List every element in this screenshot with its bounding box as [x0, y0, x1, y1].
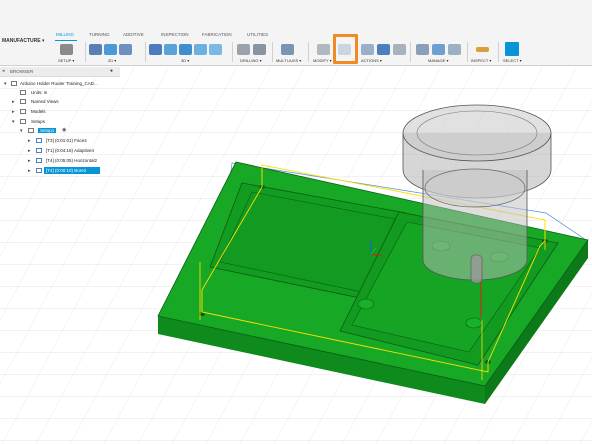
tab-fabrication[interactable]: FABRICATION — [202, 32, 232, 37]
models-icon — [20, 109, 26, 114]
chevron-down-icon[interactable]: ▾ — [42, 38, 45, 44]
separator — [272, 42, 273, 62]
drill-icon[interactable] — [237, 44, 250, 55]
tree-item-operation[interactable]: ▸ [T3] (0:01:01) Face4 — [28, 137, 120, 145]
separator — [410, 42, 411, 62]
tree-item-document[interactable]: ▾ Arduino Holder Router Training_CAD... — [4, 80, 122, 88]
post-library-icon[interactable] — [448, 44, 461, 55]
multi-axis-group-label[interactable]: MULTI-AXIS ▾ — [276, 58, 301, 63]
tab-additive[interactable]: ADDITIVE — [123, 32, 144, 37]
setup-icon — [28, 128, 34, 133]
tree-item-setup1[interactable]: ▾ Setup1 ◉ — [20, 127, 80, 135]
face-icon — [36, 138, 42, 143]
chevron-down-icon[interactable]: ▾ — [20, 128, 23, 134]
chevron-down-icon[interactable]: ▾ — [12, 119, 15, 125]
tab-inspection[interactable]: INSPECTION — [161, 32, 189, 37]
manage-group-label[interactable]: MANAGE ▾ — [428, 58, 448, 63]
tree-item-operation[interactable]: ▸ [T1] (0:04:16) Adaptive4 — [28, 147, 120, 155]
three-d-group-label[interactable]: 3D ▾ — [181, 58, 189, 63]
pocket-clearing-icon[interactable] — [164, 44, 177, 55]
two-d-group-label[interactable]: 2D ▾ — [108, 58, 116, 63]
separator — [85, 42, 86, 62]
tree-item-operation-selected[interactable]: ▸ [T4] (0:00:10) Bore2 — [28, 167, 120, 175]
pin-icon[interactable]: ● — [110, 68, 113, 74]
separator — [145, 42, 146, 62]
modify-group-label[interactable]: MODIFY ▾ — [313, 58, 332, 63]
tree-item-models[interactable]: ▸ Models — [12, 108, 112, 116]
tree-item-setups[interactable]: ▾ Setups — [12, 118, 112, 126]
visibility-icon[interactable]: ◉ — [62, 127, 66, 133]
boss — [465, 317, 483, 329]
contour-icon[interactable] — [209, 44, 222, 55]
tree-item-units[interactable]: Units: in — [12, 89, 112, 97]
drilling-group-label[interactable]: DRILLING ▾ — [240, 58, 262, 63]
separator — [232, 42, 233, 62]
select-group-label[interactable]: SELECT ▾ — [503, 58, 522, 63]
separator — [498, 42, 499, 62]
bore-icon — [36, 168, 42, 173]
chevron-right-icon[interactable]: ▸ — [28, 158, 31, 164]
chevron-right-icon[interactable]: ▸ — [28, 148, 31, 154]
two-d-adaptive-icon[interactable] — [104, 44, 117, 55]
two-d-pocket-icon[interactable] — [119, 44, 132, 55]
document-icon — [11, 81, 17, 86]
setups-icon — [20, 119, 26, 124]
machine-library-icon[interactable] — [416, 44, 429, 55]
post-process-icon[interactable] — [361, 44, 374, 55]
chevron-right-icon[interactable]: ▸ — [12, 99, 15, 105]
steep-and-shallow-icon[interactable] — [179, 44, 192, 55]
chevron-down-icon[interactable]: ▾ — [4, 81, 7, 87]
tree-item-operation[interactable]: ▸ [T4] (0:05:05) Horizontal2 — [28, 157, 120, 165]
chevron-right-icon[interactable]: ▸ — [12, 109, 15, 115]
tab-turning[interactable]: TURNING — [89, 32, 110, 37]
tab-utilities[interactable]: UTILITIES — [247, 32, 268, 37]
multi-axis-icon[interactable] — [281, 44, 294, 55]
simulate-highlight — [333, 34, 358, 64]
chevron-right-icon[interactable]: ▸ — [28, 138, 31, 144]
collapse-icon[interactable]: ◂ — [2, 68, 5, 74]
setup-sheet-icon[interactable] — [377, 44, 390, 55]
tool-library-icon[interactable] — [317, 44, 330, 55]
setup-group-label[interactable]: SETUP ▾ — [58, 58, 74, 63]
browser-title: BROWSER — [10, 69, 34, 74]
face-icon[interactable] — [89, 44, 102, 55]
nc-program-icon[interactable] — [393, 44, 406, 55]
tab-milling[interactable]: MILLING — [56, 32, 74, 37]
select-icon[interactable] — [505, 42, 519, 56]
active-tab-indicator — [55, 40, 77, 41]
measure-icon[interactable] — [476, 47, 489, 52]
folder-icon — [20, 99, 26, 104]
horizontal-icon — [36, 158, 42, 163]
actions-group-label[interactable]: ACTIONS ▾ — [361, 58, 382, 63]
inspect-group-label[interactable]: INSPECT ▾ — [471, 58, 491, 63]
adaptive-icon — [36, 148, 42, 153]
separator — [467, 42, 468, 62]
boss — [357, 298, 375, 310]
chevron-right-icon[interactable]: ▸ — [28, 168, 31, 174]
template-library-icon[interactable] — [432, 44, 445, 55]
setup-icon[interactable] — [60, 44, 73, 55]
separator — [308, 42, 309, 62]
bore-icon[interactable] — [253, 44, 266, 55]
adaptive-clearing-icon[interactable] — [149, 44, 162, 55]
tree-item-named-views[interactable]: ▸ Named Views — [12, 98, 112, 106]
browser-panel-header: ◂ BROWSER ● — [0, 67, 120, 77]
units-icon — [20, 90, 26, 95]
flat-icon[interactable] — [194, 44, 207, 55]
